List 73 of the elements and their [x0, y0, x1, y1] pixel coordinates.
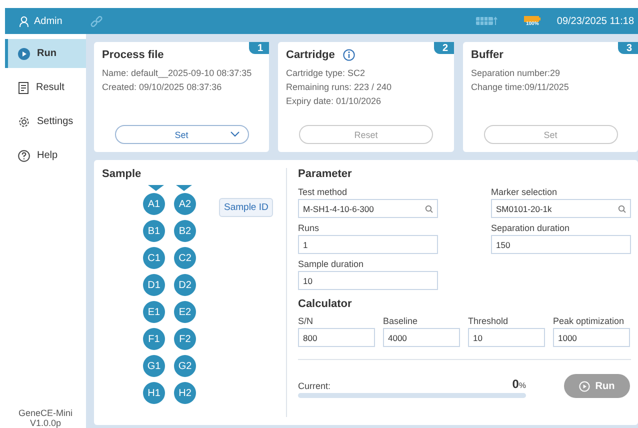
user-icon: [19, 16, 29, 26]
sample-well[interactable]: C1: [143, 247, 165, 269]
field-label: Runs: [298, 223, 320, 233]
triangle-icon: [148, 185, 164, 191]
field-label: Baseline: [383, 316, 419, 326]
input-field[interactable]: 4000: [383, 328, 460, 347]
input-field[interactable]: 10: [298, 271, 438, 290]
sample-well[interactable]: E1: [143, 301, 165, 323]
section-title: Calculator: [298, 298, 353, 310]
sample-well[interactable]: G2: [174, 355, 196, 377]
triangle-icon: [176, 185, 192, 191]
card-text: Created: 09/10/2025 08:37:36: [102, 82, 223, 92]
info-icon[interactable]: [342, 49, 355, 61]
field-label: Threshold: [468, 316, 510, 326]
sample-well[interactable]: A2: [174, 193, 196, 215]
sample-well[interactable]: H2: [174, 382, 196, 404]
help-icon: [18, 150, 30, 162]
version-text: GeneCE-Mini V1.0.0p: [17, 408, 74, 428]
dropdown-button[interactable]: Set: [114, 125, 248, 144]
sample-well[interactable]: D2: [174, 274, 196, 296]
play-icon: [18, 48, 30, 60]
sample-well[interactable]: F1: [143, 328, 165, 350]
search-field[interactable]: M-SH1-4-10-6-300: [298, 199, 438, 218]
field-label: Sample duration: [298, 259, 365, 269]
date-time: 09/23/2025 11:18: [556, 16, 634, 26]
step-number: 3: [618, 42, 638, 54]
card-text: Cartridge type: SC2: [286, 68, 366, 78]
play-icon: [579, 380, 590, 392]
search-icon: [618, 204, 626, 212]
field-label: Peak optimization: [553, 316, 626, 326]
sample-well[interactable]: D1: [143, 274, 165, 296]
sample-id-button[interactable]: Sample ID: [219, 198, 274, 217]
input-field[interactable]: 1000: [553, 328, 630, 347]
sample-well[interactable]: F2: [174, 328, 196, 350]
input-field[interactable]: 800: [298, 328, 375, 347]
sidebar-item[interactable]: Run: [5, 39, 86, 68]
step-number: 1: [249, 42, 269, 54]
card-title: Process file: [102, 49, 164, 61]
card-text: Separation number:29: [471, 68, 562, 78]
progress-percent: 0%: [512, 377, 526, 391]
card-text: Expiry date: 01/10/2026: [286, 96, 382, 106]
card-title: Cartridge: [286, 49, 335, 61]
input-field[interactable]: 10: [468, 328, 545, 347]
section-title: Parameter: [298, 168, 353, 180]
link-icon: [90, 16, 104, 26]
battery-icon: [524, 16, 541, 22]
card-text: Change time:09/11/2025: [471, 82, 570, 92]
signal-icon: [476, 16, 498, 26]
sample-well[interactable]: G1: [143, 355, 165, 377]
sample-well[interactable]: B1: [143, 220, 165, 242]
card-text: Remaining runs: 223 / 240: [286, 82, 393, 92]
progress-label: Current:: [298, 381, 331, 391]
sample-well[interactable]: H1: [143, 382, 165, 404]
caret-icon: [230, 131, 240, 137]
input-field[interactable]: 1: [298, 235, 438, 254]
field-label: S/N: [298, 316, 314, 326]
field-label: Test method: [298, 187, 348, 197]
search-field[interactable]: SM0101-20-1k: [491, 199, 631, 218]
document-icon: [18, 82, 29, 94]
sample-well[interactable]: B2: [174, 220, 196, 242]
field-label: Separation duration: [491, 223, 571, 233]
sample-well[interactable]: A1: [143, 193, 165, 215]
user-name: Admin: [34, 16, 62, 26]
card-text: Name: default__2025-09-10 08:37:35: [102, 68, 253, 78]
search-icon: [425, 204, 433, 212]
sample-well[interactable]: E2: [174, 301, 196, 323]
input-field[interactable]: 150: [491, 235, 631, 254]
sample-well[interactable]: C2: [174, 247, 196, 269]
section-title: Sample: [102, 168, 142, 180]
field-label: Marker selection: [491, 187, 558, 197]
gear-icon: [18, 116, 30, 128]
card-title: Buffer: [471, 49, 504, 61]
step-number: 2: [434, 42, 454, 54]
